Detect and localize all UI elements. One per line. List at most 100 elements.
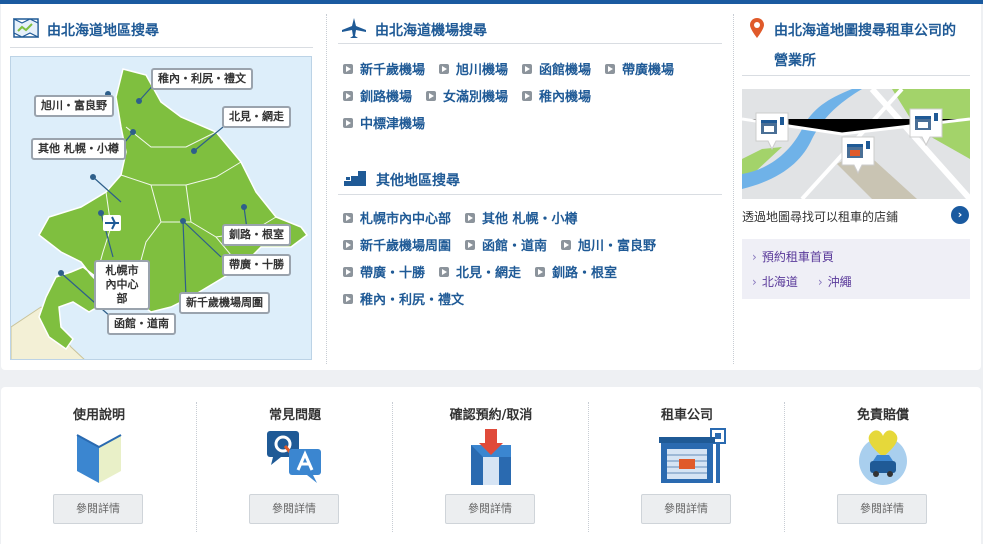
card-details-button[interactable]: 參閱詳情 bbox=[445, 494, 535, 524]
region-label-kitami[interactable]: 北見・網走 bbox=[222, 106, 291, 128]
bullet-arrow-icon bbox=[465, 212, 476, 223]
region-link-label: 札幌市內中心部 bbox=[360, 212, 452, 227]
qa-bubbles-icon bbox=[265, 427, 325, 487]
airport-link[interactable]: 新千歲機場 bbox=[343, 59, 425, 78]
location-pin-icon bbox=[749, 17, 765, 43]
bullet-arrow-icon bbox=[343, 266, 353, 277]
card-title: 租車公司 bbox=[660, 408, 713, 423]
divider bbox=[742, 75, 970, 76]
office-map-thumbnail[interactable] bbox=[742, 89, 970, 199]
bullet-arrow-icon bbox=[605, 63, 616, 74]
airport-link[interactable]: 函館機場 bbox=[522, 59, 591, 78]
office-search-title-line1: 由北海道地圖搜尋租車公司的 bbox=[774, 23, 956, 39]
bullet-arrow-icon bbox=[343, 293, 353, 304]
airport-link-label: 中標津機場 bbox=[360, 117, 426, 132]
card-title: 確認預約/取消 bbox=[449, 408, 533, 423]
airport-marker-icon bbox=[103, 215, 121, 231]
shop-marker-icon[interactable] bbox=[840, 135, 876, 179]
office-map-arrow-button[interactable]: › bbox=[951, 206, 969, 224]
region-link[interactable]: 札幌市內中心部 bbox=[343, 208, 451, 227]
bullet-arrow-icon bbox=[522, 90, 533, 101]
region-row: 札幌市內中心部 其他 札幌・小樽 bbox=[343, 204, 670, 231]
bullet-arrow-icon bbox=[343, 212, 353, 223]
other-region-link-list: 札幌市內中心部 其他 札幌・小樽新千歲機場周圍 函館・道南 旭川・富良野帶廣・十勝 北見… bbox=[343, 204, 670, 312]
region-label-chitose[interactable]: 新千歲機場周圍 bbox=[179, 292, 270, 314]
office-search-title: 由北海道地圖搜尋租車公司的 營業所 bbox=[774, 16, 979, 76]
airport-link-label: 女滿別機場 bbox=[443, 90, 509, 105]
bullet-arrow-icon bbox=[465, 239, 476, 250]
region-link[interactable]: 稚內・利尻・禮文 bbox=[343, 289, 464, 308]
bullet-arrow-icon bbox=[343, 90, 353, 101]
region-link[interactable]: 北見・網走 bbox=[439, 262, 521, 281]
divider bbox=[338, 194, 722, 195]
region-label-asahikawa[interactable]: 旭川・富良野 bbox=[34, 95, 114, 117]
bullet-arrow-icon bbox=[439, 266, 450, 277]
bullet-arrow-icon bbox=[343, 239, 353, 250]
region-link-label: 北見・網走 bbox=[456, 266, 522, 281]
airport-link-label: 帶廣機場 bbox=[622, 63, 675, 78]
airplane-icon bbox=[341, 17, 367, 43]
link-okinawa[interactable]: 沖繩 bbox=[818, 273, 852, 290]
region-link[interactable]: 帶廣・十勝 bbox=[343, 262, 425, 281]
related-links-box: 預約租車首頁 北海道 沖繩 bbox=[742, 239, 970, 299]
region-link[interactable]: 新千歲機場周圍 bbox=[343, 235, 451, 254]
region-label-kushiro[interactable]: 釧路・根室 bbox=[222, 224, 291, 246]
region-link-label: 釧路・根室 bbox=[552, 266, 618, 281]
bullet-arrow-icon bbox=[343, 63, 353, 74]
card-reservation: 確認預約/取消 參閱詳情 bbox=[393, 387, 589, 544]
airport-link[interactable]: 女滿別機場 bbox=[426, 86, 508, 105]
region-link[interactable]: 函館・道南 bbox=[465, 235, 547, 254]
region-row: 帶廣・十勝 北見・網走 釧路・根室 bbox=[343, 258, 670, 285]
airport-row: 釧路機場 女滿別機場 稚內機場 bbox=[343, 82, 688, 109]
office-map-caption: 透過地圖尋找可以租車的店鋪 bbox=[742, 210, 899, 224]
airport-link[interactable]: 帶廣機場 bbox=[605, 59, 674, 78]
airport-link-label: 旭川機場 bbox=[456, 63, 509, 78]
region-label-obihiro[interactable]: 帶廣・十勝 bbox=[222, 254, 291, 276]
shop-marker-icon[interactable] bbox=[754, 111, 790, 155]
divider bbox=[338, 43, 722, 44]
airport-link-label: 新千歲機場 bbox=[360, 63, 426, 78]
card-title: 使用說明 bbox=[72, 408, 125, 423]
bullet-arrow-icon bbox=[426, 90, 437, 101]
airport-link-label: 釧路機場 bbox=[360, 90, 413, 105]
airport-search-heading: 由北海道機場搜尋 bbox=[341, 17, 487, 43]
map-search-heading: 由北海道地區搜尋 bbox=[13, 17, 159, 43]
bullet-arrow-icon bbox=[522, 63, 533, 74]
region-label-sapporo[interactable]: 札幌市內中心部 bbox=[94, 260, 150, 310]
airport-row: 中標津機場 bbox=[343, 109, 688, 136]
region-link-label: 新千歲機場周圍 bbox=[360, 239, 452, 254]
region-label-other[interactable]: 其他 札幌・小樽 bbox=[31, 138, 126, 160]
card-rental-companies: 租車公司 參閱詳情 bbox=[589, 387, 785, 544]
other-search-heading: 其他地區搜尋 bbox=[342, 168, 460, 192]
region-label-hakodate[interactable]: 函館・道南 bbox=[107, 313, 176, 335]
region-row: 稚內・利尻・禮文 bbox=[343, 285, 670, 312]
card-usage-guide: 使用說明 參閱詳情 bbox=[1, 387, 197, 544]
card-title: 免責賠償 bbox=[856, 408, 909, 423]
link-reservation-home[interactable]: 預約租車首頁 bbox=[752, 248, 834, 265]
card-details-button[interactable]: 參閱詳情 bbox=[837, 494, 927, 524]
map-icon bbox=[13, 17, 39, 43]
region-link-label: 其他 札幌・小樽 bbox=[482, 212, 578, 227]
airport-link-label: 稚內機場 bbox=[539, 90, 592, 105]
card-details-button[interactable]: 參閱詳情 bbox=[641, 494, 731, 524]
region-label-wakkanai[interactable]: 稚內・利尻・禮文 bbox=[151, 68, 253, 90]
region-link[interactable]: 其他 札幌・小樽 bbox=[465, 208, 578, 227]
airport-link[interactable]: 中標津機場 bbox=[343, 113, 425, 132]
airport-row: 新千歲機場 旭川機場 函館機場 帶廣機場 bbox=[343, 55, 688, 82]
office-search-title-line2: 營業所 bbox=[774, 53, 816, 69]
bullet-arrow-icon bbox=[561, 239, 572, 250]
card-details-button[interactable]: 參閱詳情 bbox=[249, 494, 339, 524]
link-hokkaido[interactable]: 北海道 bbox=[752, 273, 798, 290]
shop-marker-icon[interactable] bbox=[908, 107, 944, 151]
help-panel: 使用說明 參閱詳情 常見問題 參閱詳情 確認預約/取消 參閱詳情 租車公司 參閱… bbox=[1, 387, 981, 544]
region-link[interactable]: 旭川・富良野 bbox=[561, 235, 656, 254]
reservation-box-icon bbox=[461, 427, 521, 487]
hokkaido-map: 稚內・利尻・禮文 旭川・富良野 北見・網走 其他 札幌・小樽 釧路・根室 帶廣・… bbox=[10, 56, 312, 360]
bullet-arrow-icon bbox=[343, 117, 353, 128]
other-search-title: 其他地區搜尋 bbox=[376, 173, 460, 189]
card-details-button[interactable]: 參閱詳情 bbox=[53, 494, 143, 524]
airport-link[interactable]: 釧路機場 bbox=[343, 86, 412, 105]
airport-link[interactable]: 稚內機場 bbox=[522, 86, 591, 105]
airport-link[interactable]: 旭川機場 bbox=[439, 59, 508, 78]
region-link[interactable]: 釧路・根室 bbox=[535, 262, 617, 281]
